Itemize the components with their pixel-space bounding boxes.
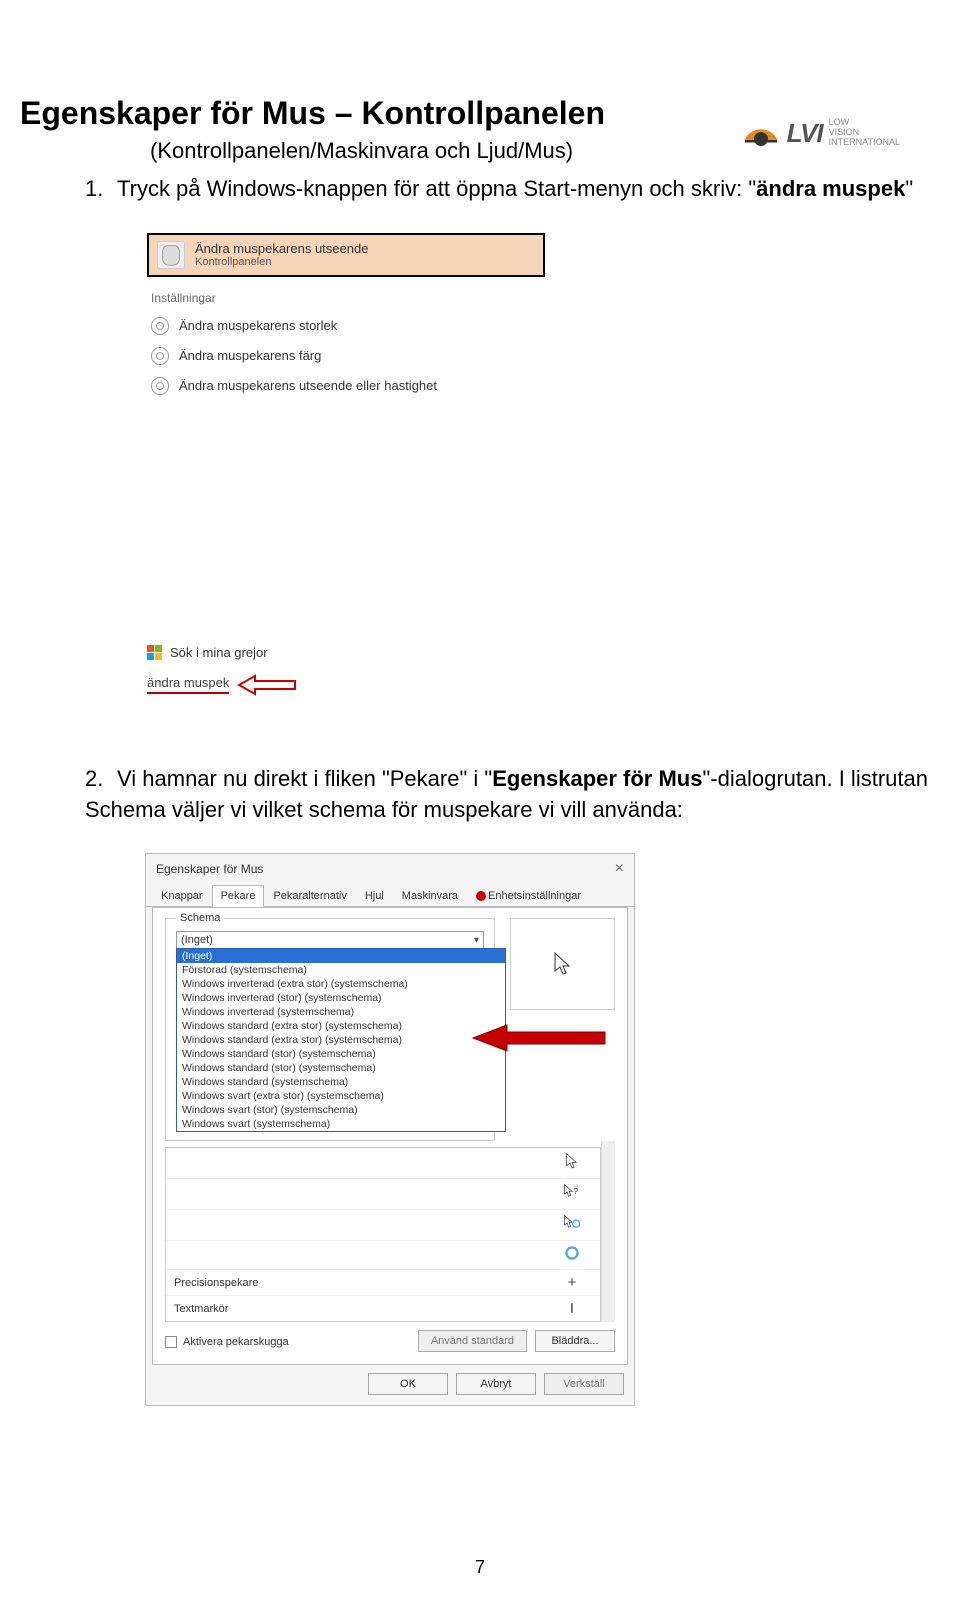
dropdown-option[interactable]: Windows svart (systemschema) [177,1117,505,1131]
dropdown-option[interactable]: Förstorad (systemschema) [177,963,505,977]
help-cursor-icon: ? [552,1183,592,1205]
dropdown-option[interactable]: Windows inverterad (extra stor) (systems… [177,977,505,991]
ok-button[interactable]: OK [368,1373,448,1395]
cursor-row[interactable]: TextmarkörI [166,1296,600,1321]
search-result-row[interactable]: Ändra muspekarens utseende eller hastigh… [147,371,545,401]
tab-hjul[interactable]: Hjul [356,885,393,907]
dropdown-option[interactable]: Windows standard (extra stor) (systemsch… [177,1019,505,1033]
search-typed-text: ändra muspek [147,675,229,694]
cursor-row[interactable] [166,1241,600,1270]
gear-icon [151,317,169,335]
chevron-down-icon: ▾ [474,935,479,946]
arrow-cursor-icon [553,951,573,977]
cursor-list[interactable]: ? Precisionspekare+ TextmarkörI [165,1147,601,1322]
dropdown-option[interactable]: Windows svart (extra stor) (systemschema… [177,1089,505,1103]
brand-logo: LVI LOW VISION INTERNATIONAL [741,113,900,153]
close-icon[interactable]: × [615,860,624,878]
search-top-title: Ändra muspekarens utseende [195,241,368,256]
checkbox-label: Aktivera pekarskugga [183,1336,289,1348]
text-cursor-icon: I [552,1300,592,1317]
logo-tagline: LOW VISION INTERNATIONAL [829,118,900,148]
gear-icon [151,347,169,365]
arrow-cursor-icon [552,1152,592,1174]
dropdown-option[interactable]: Windows standard (stor) (systemschema) [177,1047,505,1061]
search-top-result[interactable]: Ändra muspekarens utseende Kontrollpanel… [147,233,545,277]
dropdown-option[interactable]: Windows inverterad (systemschema) [177,1005,505,1019]
scrollbar[interactable] [601,1141,615,1322]
cursor-preview [510,918,615,1010]
working-cursor-icon [552,1214,592,1236]
search-top-sub: Kontrollpanelen [195,256,368,268]
search-result-row[interactable]: Ändra muspekarens storlek [147,311,545,341]
step-1: 1.Tryck på Windows-knappen för att öppna… [85,174,940,205]
svg-text:?: ? [573,1186,578,1196]
shadow-checkbox-row[interactable]: Aktivera pekarskugga [165,1336,289,1348]
search-input-echo: ändra muspek [147,674,545,696]
cancel-button[interactable]: Avbryt [456,1373,536,1395]
dropdown-option[interactable]: Windows svart (stor) (systemschema) [177,1103,505,1117]
browse-button[interactable]: Bläddra... [535,1330,615,1352]
dropdown-option[interactable]: Windows standard (extra stor) (systemsch… [177,1033,505,1047]
schema-select[interactable]: (Inget) ▾ [176,931,484,949]
dialog-tabs: Knappar Pekare Pekaralternativ Hjul Mask… [146,884,634,907]
search-results-figure: Ändra muspekarens utseende Kontrollpanel… [147,233,545,696]
red-dot-icon [476,891,486,901]
precision-cursor-icon: + [552,1274,592,1291]
tab-maskinvara[interactable]: Maskinvara [393,885,467,907]
default-button[interactable]: Använd standard [418,1330,527,1352]
arrow-left-icon [469,1023,609,1053]
step-2: 2.Vi hamnar nu direkt i fliken "Pekare" … [85,764,940,826]
page-number: 7 [0,1557,960,1578]
logo-text: LVI [787,118,823,149]
gear-icon [151,377,169,395]
schema-label: Schema [176,912,224,924]
schema-dropdown-list[interactable]: (Inget) Förstorad (systemschema) Windows… [176,948,506,1132]
search-result-row[interactable]: Ändra muspekarens färg [147,341,545,371]
search-my-stuff[interactable]: Sök i mina grejor [147,641,545,664]
windows-icon [147,645,162,660]
dropdown-option[interactable]: Windows inverterad (stor) (systemschema) [177,991,505,1005]
arrow-left-icon [237,674,297,696]
cursor-row[interactable] [166,1210,600,1241]
dropdown-option[interactable]: (Inget) [177,949,505,963]
schema-group: Schema (Inget) ▾ (Inget) Förstorad (syst… [165,918,495,1141]
cursor-row[interactable] [166,1148,600,1179]
mouse-properties-dialog: Egenskaper för Mus × Knappar Pekare Peka… [145,853,635,1406]
tab-knappar[interactable]: Knappar [152,885,212,907]
dropdown-option[interactable]: Windows standard (systemschema) [177,1075,505,1089]
cursor-row[interactable]: Precisionspekare+ [166,1270,600,1296]
dropdown-option[interactable]: Windows standard (stor) (systemschema) [177,1061,505,1075]
dialog-title: Egenskaper för Mus [156,862,263,876]
busy-cursor-icon [552,1245,592,1265]
cursor-row[interactable]: ? [166,1179,600,1210]
sun-icon [741,113,781,153]
tab-enhet[interactable]: Enhetsinställningar [467,885,590,907]
search-category: Inställningar [151,291,545,305]
checkbox-icon[interactable] [165,1336,177,1348]
tab-pekare[interactable]: Pekare [212,885,265,907]
mouse-icon [157,241,185,269]
apply-button[interactable]: Verkställ [544,1373,624,1395]
tab-pekaralternativ[interactable]: Pekaralternativ [264,885,355,907]
